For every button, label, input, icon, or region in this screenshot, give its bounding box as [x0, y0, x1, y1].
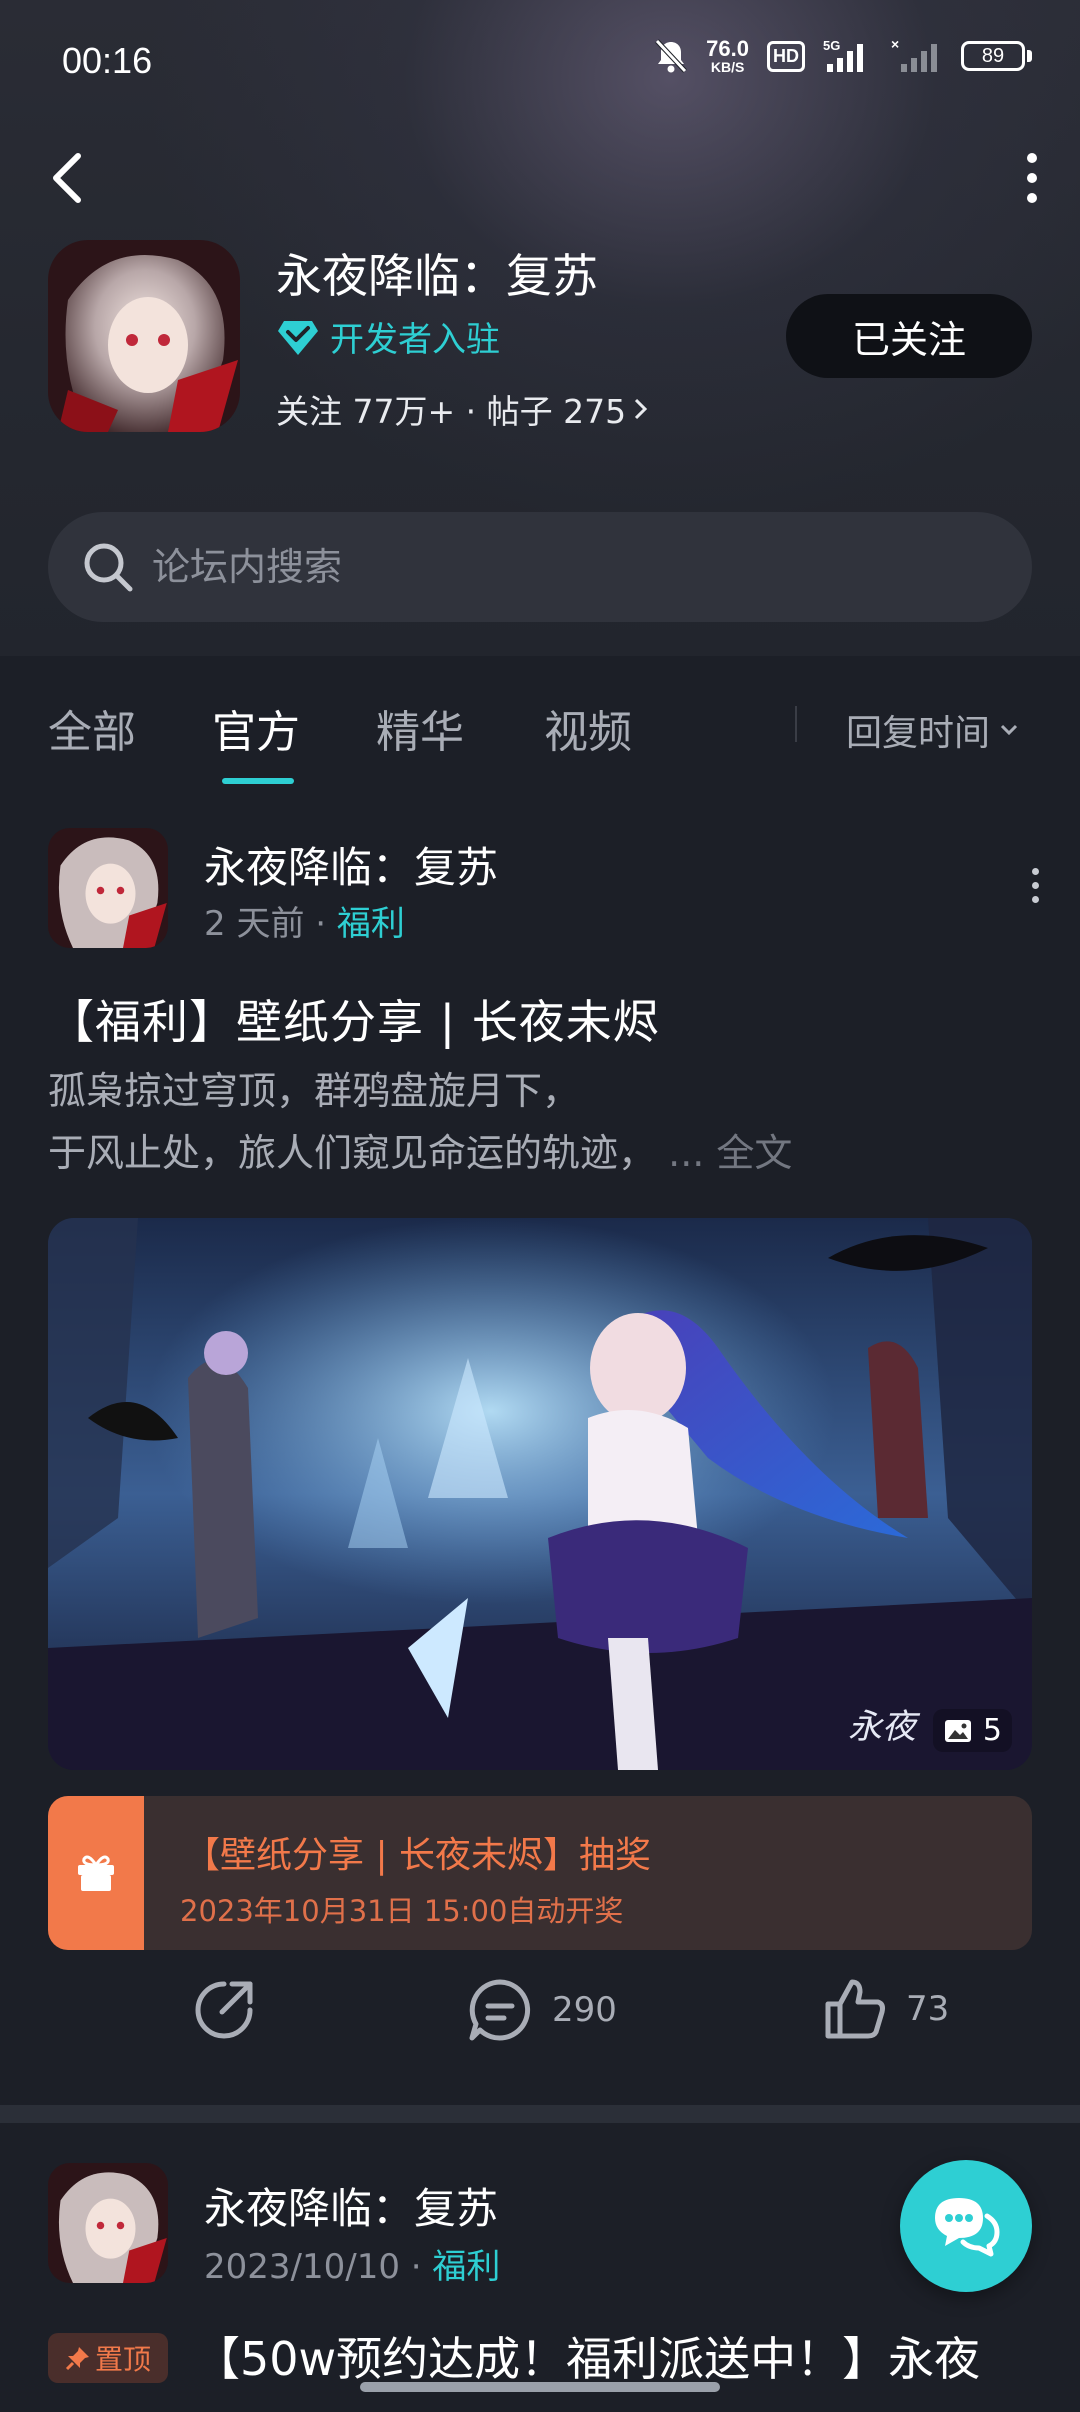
post-excerpt[interactable]: 孤枭掠过穹顶，群鸦盘旋月下， 于风止处，旅人们窥见命运的轨迹， ... 全文 — [48, 1060, 1038, 1184]
tab-all[interactable]: 全部 — [48, 696, 136, 760]
tab-bar: 全部 官方 精华 视频 回复时间 — [0, 656, 1080, 790]
developer-badge[interactable]: 开发者入驻 — [276, 312, 500, 361]
network-speed: 76.0 KB/S — [706, 36, 749, 75]
active-tab-indicator — [222, 778, 294, 784]
search-icon — [84, 543, 133, 592]
follow-button[interactable]: 已关注 — [786, 294, 1032, 378]
gift-icon — [78, 1855, 114, 1891]
post-time: 2023/10/10 — [204, 2247, 400, 2287]
post-image[interactable]: 永夜 5 — [48, 1218, 1032, 1770]
status-time: 00:16 — [62, 40, 153, 81]
chat-bubbles-icon — [935, 2198, 1000, 2257]
post-separator — [0, 2105, 1080, 2123]
lottery-time: 2023年10月31日 15:00自动开奖 — [180, 1894, 624, 1928]
thumbs-up-icon — [825, 1979, 885, 2039]
sort-dropdown[interactable]: 回复时间 — [846, 704, 1020, 756]
pinned-badge: 置顶 — [48, 2333, 168, 2383]
forum-header: 00:16 76.0 KB/S HD 5G × 89 永夜降临：复苏 开发者入驻… — [0, 0, 1080, 656]
back-button[interactable] — [44, 148, 94, 208]
like-count: 73 — [906, 1989, 950, 2029]
comment-icon — [469, 1979, 531, 2041]
game-title: 永夜降临：复苏 — [276, 249, 598, 303]
full-text-link[interactable]: ... 全文 — [668, 1131, 792, 1175]
tab-video[interactable]: 视频 — [544, 696, 632, 760]
post-tag[interactable]: 福利 — [337, 904, 405, 944]
tab-featured[interactable]: 精华 — [376, 696, 464, 760]
share-icon — [195, 1981, 253, 2039]
like-button[interactable]: 73 — [822, 1976, 949, 2042]
pin-icon — [65, 2347, 89, 2371]
home-indicator[interactable] — [360, 2382, 720, 2392]
author-name[interactable]: 永夜降临：复苏 — [204, 834, 498, 895]
author-name[interactable]: 永夜降临：复苏 — [204, 2175, 498, 2236]
svg-text:5G: 5G — [823, 38, 840, 53]
image-count-badge: 5 — [932, 1709, 1012, 1752]
forum-search-bar[interactable] — [48, 512, 1032, 622]
lottery-title: 【壁纸分享 | 长夜未烬】抽奖 — [184, 1835, 652, 1876]
svg-text:×: × — [891, 38, 899, 52]
tab-official[interactable]: 官方 — [212, 696, 300, 760]
hd-icon: HD — [767, 40, 805, 72]
author-avatar[interactable] — [48, 828, 168, 948]
game-avatar — [48, 240, 240, 432]
status-icons: 76.0 KB/S HD 5G × 89 — [654, 38, 1032, 74]
post-tag[interactable]: 福利 — [432, 2247, 500, 2287]
diamond-verified-icon — [278, 320, 318, 355]
lottery-card[interactable]: 【壁纸分享 | 长夜未烬】抽奖 2023年10月31日 15:00自动开奖 — [48, 1796, 1032, 1950]
chevron-down-icon — [1000, 724, 1018, 736]
forum-stats[interactable]: 关注 77万+ · 帖子 275 — [276, 385, 650, 433]
search-input[interactable] — [152, 545, 952, 589]
post-meta: 2 天前 · 福利 — [204, 904, 405, 944]
more-options-button[interactable] — [1012, 150, 1052, 206]
author-avatar[interactable] — [48, 2163, 168, 2283]
tab-divider — [795, 706, 797, 742]
svg-text:永夜: 永夜 — [848, 1707, 921, 1747]
post-time: 2 天前 — [204, 904, 305, 944]
mute-bell-icon — [655, 39, 687, 73]
post-more-button[interactable] — [1020, 868, 1050, 910]
signal-5g-icon: 5G — [823, 38, 863, 72]
battery-icon: 89 — [961, 41, 1032, 71]
comment-button[interactable]: 290 — [466, 1976, 617, 2044]
post-card[interactable]: 永夜降临：复苏 2 天前 · 福利 【福利】壁纸分享 | 长夜未烬 孤枭掠过穹顶… — [0, 790, 1080, 2105]
signal-weak-icon: × — [891, 38, 937, 72]
share-button[interactable] — [190, 1976, 258, 2044]
chat-fab-button[interactable] — [900, 2160, 1032, 2292]
post-meta: 2023/10/10 · 福利 — [204, 2247, 501, 2287]
status-bar: 00:16 76.0 KB/S HD 5G × 89 — [0, 0, 1080, 124]
post-title[interactable]: 【50w预约达成！福利派送中！】永夜 — [194, 2323, 980, 2389]
image-icon — [944, 1719, 971, 1742]
chevron-right-icon — [635, 398, 648, 420]
comment-count: 290 — [552, 1990, 617, 2030]
post-actions: 290 73 — [0, 1976, 1080, 2076]
post-title[interactable]: 【福利】壁纸分享 | 长夜未烬 — [48, 986, 660, 1052]
